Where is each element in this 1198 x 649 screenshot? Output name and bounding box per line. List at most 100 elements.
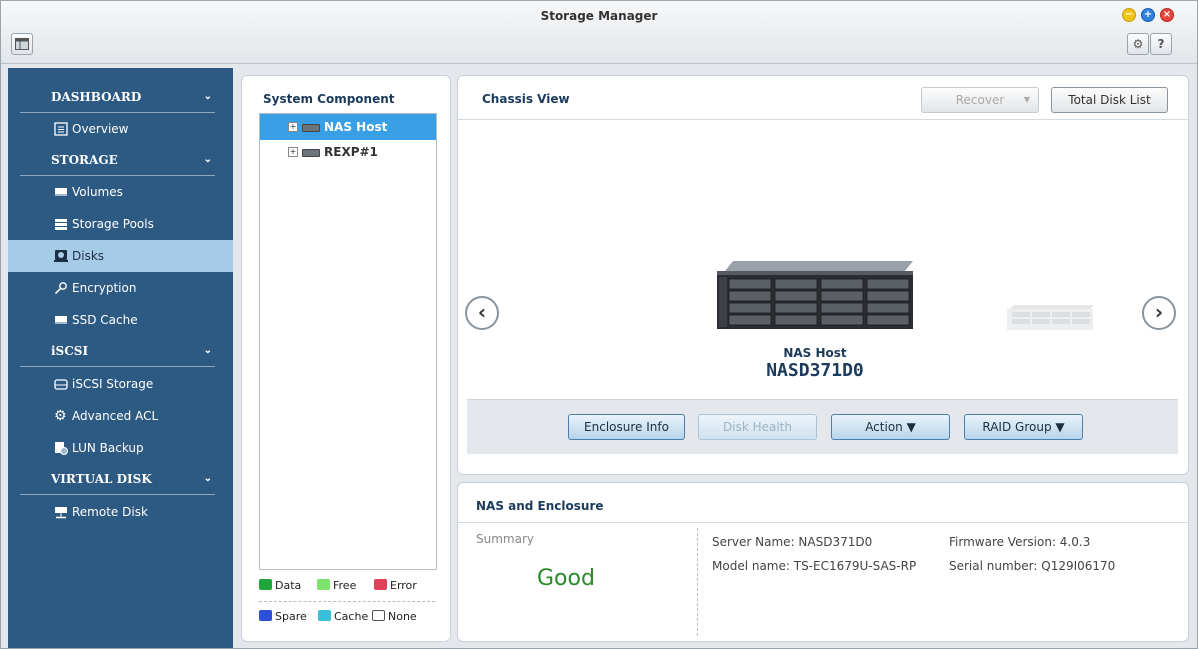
- expansion-unit-image[interactable]: [1006, 304, 1094, 330]
- disk-error-icon: [374, 579, 387, 590]
- sidebar-section-dashboard[interactable]: DASHBOARD ⌄: [20, 82, 215, 113]
- section-label: DASHBOARD: [51, 90, 142, 104]
- sidebar-item-volumes[interactable]: Volumes: [8, 176, 233, 208]
- system-component-title: System Component: [263, 92, 395, 106]
- summary-status: Good: [537, 566, 595, 591]
- nas-host-chassis-image[interactable]: [715, 259, 915, 331]
- sidebar-item-iscsi-storage[interactable]: iSCSI Storage: [8, 368, 233, 400]
- storage-pool-icon: [55, 219, 67, 230]
- chevron-right-icon: ›: [1154, 300, 1164, 324]
- serial-number-value: Serial number: Q129I06170: [949, 559, 1116, 573]
- lun-backup-icon: [55, 442, 68, 455]
- recover-label: Recover: [955, 93, 1005, 107]
- disk-free-icon: [317, 579, 330, 590]
- chevron-down-icon: ⌄: [203, 473, 212, 484]
- tree-item-rexp1[interactable]: + REXP#1: [260, 139, 436, 165]
- sidebar-section-storage[interactable]: STORAGE ⌄: [20, 145, 215, 176]
- overview-icon: [54, 122, 68, 136]
- disk-icon: [54, 250, 68, 262]
- chevron-down-icon: ▼: [1023, 95, 1030, 104]
- action-dropdown-button[interactable]: Action ▼: [831, 414, 950, 440]
- settings-button[interactable]: ⚙: [1127, 33, 1149, 55]
- key-icon: [54, 282, 67, 295]
- sidebar-item-advanced-acl[interactable]: ⚙ Advanced ACL: [8, 400, 233, 432]
- legend-cache: Cache: [318, 610, 368, 623]
- menu-toggle-button[interactable]: [11, 33, 33, 55]
- close-icon[interactable]: ×: [1160, 8, 1174, 22]
- volume-icon: [55, 188, 67, 196]
- iscsi-storage-icon: [54, 379, 68, 390]
- sidebar-item-label: Advanced ACL: [72, 409, 159, 423]
- sidebar-item-label: Storage Pools: [72, 217, 154, 231]
- legend-none: None: [372, 610, 417, 623]
- sidebar-section-virtual-disk[interactable]: VIRTUAL DISK ⌄: [20, 464, 215, 495]
- legend-label: Spare: [275, 610, 307, 623]
- sidebar-item-ssd-cache[interactable]: SSD Cache: [8, 304, 233, 336]
- expand-icon[interactable]: +: [288, 122, 298, 132]
- tree-item-label: NAS Host: [324, 120, 388, 134]
- next-arrow-button[interactable]: ›: [1142, 296, 1176, 330]
- chevron-down-icon: ⌄: [203, 345, 212, 356]
- legend-spare: Spare: [259, 610, 307, 623]
- chassis-view-title: Chassis View: [482, 92, 570, 106]
- gear-icon: ⚙: [1132, 37, 1144, 51]
- sidebar-item-label: Disks: [72, 249, 105, 263]
- help-button[interactable]: ?: [1150, 33, 1172, 55]
- previous-arrow-button[interactable]: ‹: [465, 296, 499, 330]
- legend-error: Error: [374, 579, 417, 592]
- sidebar-item-label: iSCSI Storage: [72, 377, 154, 391]
- raid-group-dropdown-button[interactable]: RAID Group ▼: [964, 414, 1083, 440]
- enclosure-info-button[interactable]: Enclosure Info: [568, 414, 685, 440]
- model-name-value: Model name: TS-EC1679U-SAS-RP: [712, 559, 917, 573]
- nas-enclosure-title: NAS and Enclosure: [476, 499, 604, 513]
- storage-manager-window: Storage Manager − + × ⚙ ? DASHBOARD ⌄ Ov…: [0, 0, 1198, 649]
- tree-item-nas-host[interactable]: + NAS Host: [260, 114, 436, 140]
- minimize-icon[interactable]: −: [1122, 8, 1136, 22]
- server-name-value: Server Name: NASD371D0: [712, 535, 873, 549]
- sidebar-item-storage-pools[interactable]: Storage Pools: [8, 208, 233, 240]
- section-label: VIRTUAL DISK: [51, 472, 152, 486]
- sidebar-item-encryption[interactable]: Encryption: [8, 272, 233, 304]
- maximize-icon[interactable]: +: [1141, 8, 1155, 22]
- legend-label: Data: [275, 579, 302, 592]
- sidebar-item-label: SSD Cache: [72, 313, 138, 327]
- total-disk-list-button[interactable]: Total Disk List: [1051, 87, 1168, 113]
- legend-label: Error: [390, 579, 417, 592]
- sidebar-item-label: Volumes: [72, 185, 123, 199]
- menu-icon: [15, 38, 29, 50]
- legend-divider: [259, 601, 435, 602]
- remote-disk-icon: [55, 507, 67, 519]
- nas-host-icon: [302, 124, 320, 132]
- sidebar-item-label: Overview: [72, 122, 129, 136]
- sidebar-item-disks[interactable]: Disks: [8, 240, 233, 272]
- firmware-version-value: Firmware Version: 4.0.3: [949, 535, 1091, 549]
- sidebar-item-overview[interactable]: Overview: [8, 113, 233, 145]
- expand-icon[interactable]: +: [288, 147, 298, 157]
- sidebar-item-lun-backup[interactable]: LUN Backup: [8, 432, 233, 464]
- disk-health-button[interactable]: Disk Health: [698, 414, 817, 440]
- legend-free: Free: [317, 579, 356, 592]
- sidebar-item-label: Remote Disk: [72, 505, 148, 519]
- recover-dropdown[interactable]: Recover ▼: [921, 87, 1039, 113]
- legend-label: Cache: [334, 610, 369, 623]
- ssd-icon: [55, 316, 67, 324]
- summary-label: Summary: [476, 532, 534, 546]
- window-title: Storage Manager: [540, 9, 658, 23]
- sidebar-item-label: LUN Backup: [72, 441, 144, 455]
- component-tree: + NAS Host + REXP#1: [259, 113, 437, 570]
- help-icon: ?: [1157, 37, 1165, 51]
- gear-icon: ⚙: [54, 408, 67, 424]
- device-name-label: NASD371D0: [766, 360, 864, 381]
- chevron-down-icon: ⌄: [203, 91, 212, 102]
- nas-enclosure-divider: [458, 522, 1188, 523]
- sidebar-section-iscsi[interactable]: iSCSI ⌄: [20, 336, 215, 367]
- disk-data-icon: [259, 579, 272, 590]
- disk-spare-icon: [259, 610, 272, 621]
- sidebar-item-label: Encryption: [72, 281, 137, 295]
- sidebar: DASHBOARD ⌄ Overview STORAGE ⌄ Volumes S…: [8, 68, 233, 648]
- section-label: iSCSI: [51, 344, 89, 358]
- tree-item-label: REXP#1: [324, 145, 378, 159]
- sidebar-item-remote-disk[interactable]: Remote Disk: [8, 496, 233, 528]
- device-type-label: NAS Host: [783, 346, 847, 360]
- title-bar: Storage Manager − + × ⚙ ?: [1, 1, 1197, 64]
